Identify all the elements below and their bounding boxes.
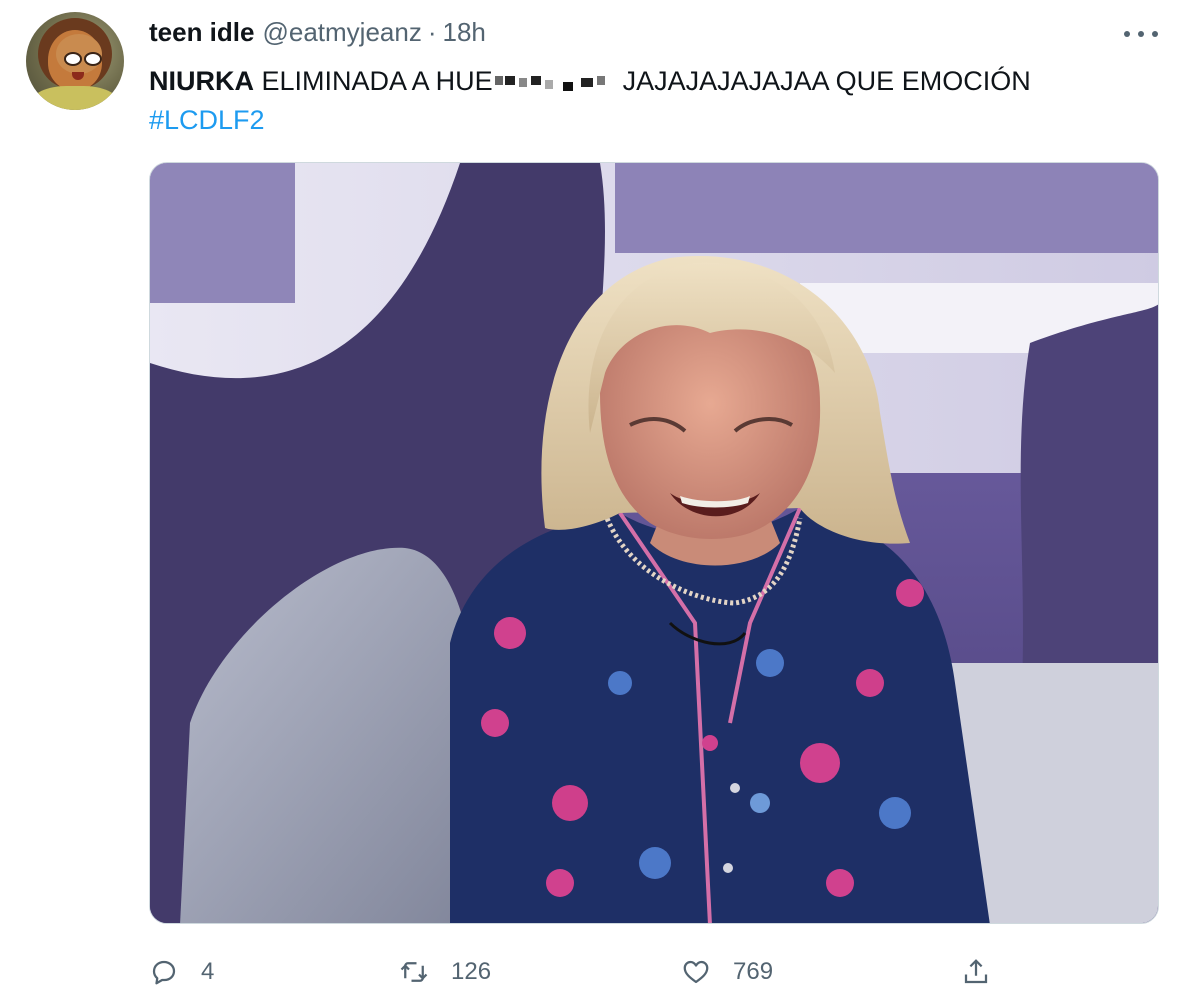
heart-icon <box>683 960 709 984</box>
more-options-icon[interactable] <box>1124 28 1158 40</box>
retweet-button[interactable]: 126 <box>399 950 491 994</box>
tweet-header: teen idle @eatmyjeanz · 18h <box>149 17 486 51</box>
hashtag-link[interactable]: #LCDLF2 <box>149 101 1139 140</box>
like-count: 769 <box>733 958 774 985</box>
reply-icon <box>152 960 176 985</box>
share-button[interactable] <box>961 950 991 994</box>
reply-button[interactable]: 4 <box>149 950 214 994</box>
reply-count: 4 <box>201 958 215 985</box>
retweet-icon <box>400 962 428 982</box>
avatar-eye <box>84 52 102 66</box>
tweet-text-part1: ELIMINADA A HUE <box>261 66 493 96</box>
censored-pixels <box>493 74 623 92</box>
separator-dot: · <box>427 17 437 47</box>
avatar-shoulder <box>32 86 118 110</box>
author-name[interactable]: teen idle <box>149 17 254 48</box>
photo-purple-panel-right <box>1020 304 1158 723</box>
share-icon <box>964 959 988 984</box>
retweet-count: 126 <box>451 958 492 985</box>
avatar-eye <box>64 52 82 66</box>
tweet-mention-bold: NIURKA <box>149 66 254 96</box>
tweet-text-part2: JAJAJAJAJAJAA QUE EMOCIÓN <box>622 66 1031 96</box>
tweet-text: NIURKA ELIMINADA A HUE JAJAJAJAJAJAA QUE… <box>149 62 1139 140</box>
author-handle[interactable]: @eatmyjeanz <box>262 17 421 48</box>
photo-window <box>615 163 1158 253</box>
like-button[interactable]: 769 <box>681 950 773 994</box>
tweet-time[interactable]: 18h <box>443 17 486 48</box>
tweet-actions: 4 126 769 <box>149 950 1159 994</box>
photo-window <box>150 163 295 303</box>
avatar[interactable] <box>26 12 124 110</box>
tweet-photo[interactable] <box>149 162 1159 924</box>
photo-pajamas <box>450 508 990 923</box>
